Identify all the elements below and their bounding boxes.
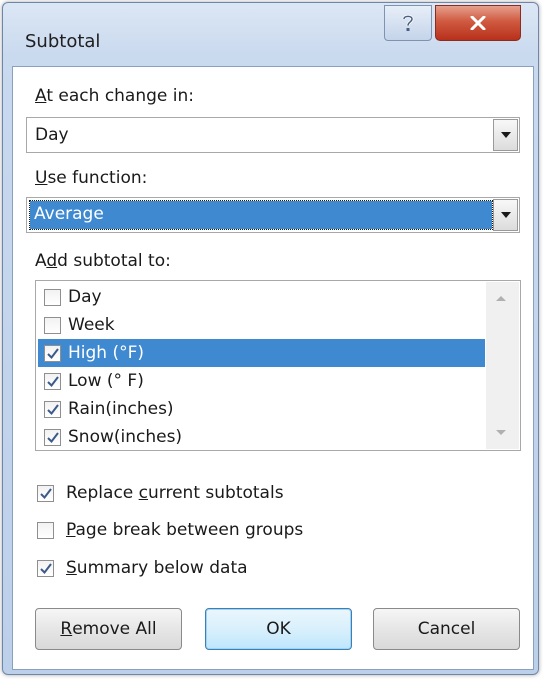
checkbox-low[interactable] bbox=[44, 372, 61, 390]
function-select[interactable]: Average bbox=[26, 197, 520, 233]
replace-current-label: Replace current subtotals bbox=[66, 483, 284, 503]
checkbox-week[interactable] bbox=[44, 316, 61, 334]
summary-below-label: Summary below data bbox=[66, 558, 248, 578]
checkmark-icon bbox=[46, 431, 59, 443]
scroll-down-icon[interactable] bbox=[496, 430, 506, 435]
checkmark-icon bbox=[46, 375, 59, 387]
checkbox-day[interactable] bbox=[44, 288, 61, 306]
chevron-down-icon bbox=[500, 212, 511, 218]
list-item-snow[interactable]: Snow(inches) bbox=[38, 423, 485, 450]
checkmark-icon bbox=[39, 487, 52, 499]
ok-button[interactable]: OK bbox=[205, 608, 352, 650]
list-item-label: Day bbox=[68, 287, 102, 307]
change-in-select[interactable]: Day bbox=[26, 117, 520, 153]
add-subtotal-list[interactable]: Day Week High (°F) Low (° F) Rain(inches… bbox=[35, 280, 521, 451]
list-item-label: Week bbox=[68, 315, 115, 335]
cancel-button[interactable]: Cancel bbox=[373, 608, 520, 650]
close-button[interactable] bbox=[435, 5, 521, 41]
list-item-label: Low (° F) bbox=[68, 371, 144, 391]
change-in-dropdown-button[interactable] bbox=[493, 119, 518, 151]
close-icon bbox=[470, 16, 486, 30]
list-item-week[interactable]: Week bbox=[38, 311, 485, 339]
checkbox-rain[interactable] bbox=[44, 400, 61, 418]
list-item-high[interactable]: High (°F) bbox=[38, 339, 485, 367]
checkmark-icon bbox=[46, 403, 59, 415]
list-item-day[interactable]: Day bbox=[38, 283, 485, 311]
page-break-option[interactable]: Page break between groups bbox=[35, 516, 303, 544]
list-item-label: High (°F) bbox=[68, 343, 145, 363]
checkbox-high[interactable] bbox=[44, 344, 61, 362]
change-in-label: At each change in: bbox=[35, 86, 195, 106]
page-break-label: Page break between groups bbox=[66, 520, 304, 540]
replace-current-option[interactable]: Replace current subtotals bbox=[35, 479, 284, 507]
list-scrollbar[interactable] bbox=[486, 282, 519, 449]
checkmark-icon bbox=[46, 347, 59, 359]
checkmark-icon bbox=[39, 562, 52, 574]
page-break-checkbox[interactable] bbox=[37, 521, 54, 539]
replace-current-checkbox[interactable] bbox=[37, 484, 54, 502]
change-in-value: Day bbox=[35, 125, 69, 145]
remove-all-button[interactable]: Remove All bbox=[35, 608, 182, 650]
help-icon bbox=[402, 14, 414, 31]
dialog-title: Subtotal bbox=[25, 31, 101, 52]
function-dropdown-button[interactable] bbox=[493, 199, 518, 231]
summary-below-checkbox[interactable] bbox=[37, 559, 54, 577]
function-value: Average bbox=[29, 200, 493, 230]
help-button[interactable] bbox=[384, 5, 432, 41]
checkbox-snow[interactable] bbox=[44, 428, 61, 446]
list-item-label: Snow(inches) bbox=[68, 427, 183, 447]
scroll-up-icon[interactable] bbox=[496, 296, 506, 301]
summary-below-option[interactable]: Summary below data bbox=[35, 554, 248, 582]
list-item-rain[interactable]: Rain(inches) bbox=[38, 395, 485, 423]
chevron-down-icon bbox=[500, 132, 511, 138]
list-item-label: Rain(inches) bbox=[68, 399, 174, 419]
function-label: Use function: bbox=[35, 168, 148, 188]
list-item-low[interactable]: Low (° F) bbox=[38, 367, 485, 395]
add-subtotal-label: Add subtotal to: bbox=[35, 251, 171, 271]
